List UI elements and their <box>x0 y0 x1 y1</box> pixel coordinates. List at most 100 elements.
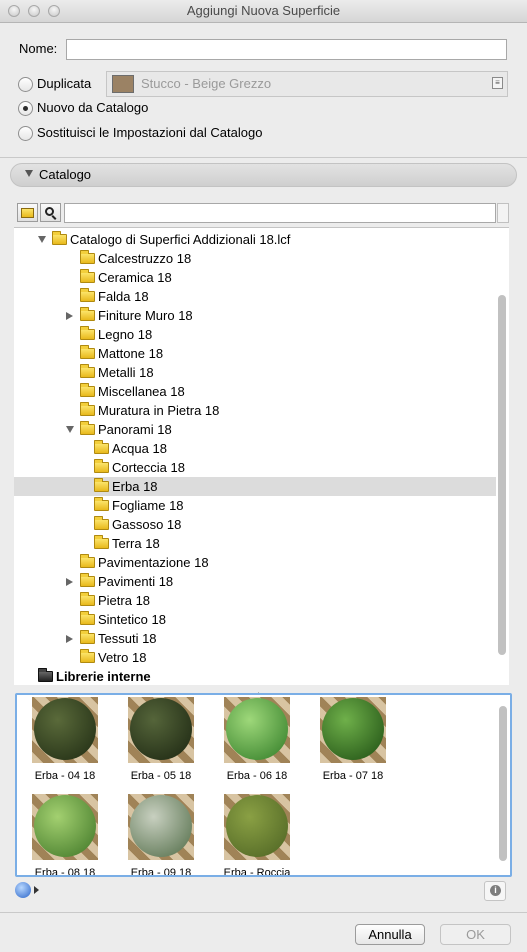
option-duplicate-label: Duplicata <box>37 76 92 91</box>
surface-preview-grid[interactable]: Erba - 04 18 Erba - 05 18 Erba - 06 18 Erba… <box>15 693 512 877</box>
tree-scrollbar-thumb[interactable] <box>498 295 506 655</box>
ok-button[interactable]: OK <box>440 924 511 945</box>
surface-preview-item[interactable]: Erba - Roccia <box>207 794 307 877</box>
tree-item-label: Panorami 18 <box>98 422 172 437</box>
tree-item[interactable]: Falda 18 <box>14 287 496 306</box>
option-replace-settings[interactable]: Sostituisci le Impostazioni dal Catalogo <box>18 125 318 143</box>
tree-item-label: Gassoso 18 <box>112 517 182 532</box>
material-sphere <box>34 795 96 857</box>
tree-item-label: Terra 18 <box>112 536 160 551</box>
tree-item[interactable]: Calcestruzzo 18 <box>14 249 496 268</box>
info-icon: i <box>490 885 501 896</box>
tree-item[interactable]: Muratura in Pietra 18 <box>14 401 496 420</box>
surface-preview-item[interactable]: Erba - 09 18 <box>111 794 211 877</box>
tree-item[interactable]: Pavimenti 18 <box>14 572 496 591</box>
folder-icon <box>80 307 95 321</box>
surface-preview-item[interactable]: Erba - 05 18 <box>111 697 211 791</box>
tree-item[interactable]: Pietra 18 <box>14 591 496 610</box>
surface-preview-item[interactable]: Erba - 06 18 <box>207 697 307 791</box>
tree-item[interactable]: Vetro 18 <box>14 648 496 667</box>
folder-icon <box>80 402 95 416</box>
surface-thumbnail <box>128 697 194 763</box>
tree-item[interactable]: Finiture Muro 18 <box>14 306 496 325</box>
material-sphere <box>226 795 288 857</box>
tree-item-label: Erba 18 <box>112 479 158 494</box>
surface-thumbnail <box>32 697 98 763</box>
tree-item-label: Metalli 18 <box>98 365 154 380</box>
surface-preview-label: Erba - 09 18 <box>130 867 192 877</box>
disclosure-closed-icon[interactable] <box>66 635 73 643</box>
tree-item-label: Ceramica 18 <box>98 270 172 285</box>
folder-icon <box>94 459 109 473</box>
surface-preview-item[interactable]: Erba - 07 18 <box>303 697 403 791</box>
duplicate-surface-field: Stucco - Beige Grezzo ≡ <box>106 71 508 97</box>
disclosure-open-icon[interactable] <box>66 426 74 433</box>
tree-item-label: Sintetico 18 <box>98 612 166 627</box>
radio-replace-settings[interactable] <box>18 126 33 141</box>
document-icon: ≡ <box>492 77 503 89</box>
globe-icon <box>15 882 31 898</box>
tree-item[interactable]: Fogliame 18 <box>14 496 496 515</box>
folder-icon <box>80 649 95 663</box>
tree-item-label: Calcestruzzo 18 <box>98 251 192 266</box>
disclosure-closed-icon[interactable] <box>66 578 73 586</box>
surface-preview-item[interactable]: Erba - 04 18 <box>17 697 115 791</box>
folder-icon <box>80 554 95 568</box>
catalog-tree[interactable]: Catalogo di Superfici Addizionali 18.lcf… <box>14 227 509 685</box>
tree-item[interactable]: Panorami 18 <box>14 420 496 439</box>
folder-icon <box>80 611 95 625</box>
tree-item[interactable]: Miscellanea 18 <box>14 382 496 401</box>
folder-browse-button[interactable] <box>17 203 38 222</box>
search-field-scroller[interactable] <box>497 203 509 223</box>
folder-icon <box>80 573 95 587</box>
title-bar: Aggiungi Nuova Superficie <box>0 0 527 23</box>
tree-item-label: Catalogo di Superfici Addizionali 18.lcf <box>70 232 291 247</box>
tree-item[interactable]: Ceramica 18 <box>14 268 496 287</box>
folder-icon <box>80 630 95 644</box>
catalog-section-header[interactable]: Catalogo <box>10 163 517 187</box>
name-input[interactable] <box>66 39 507 60</box>
tree-item-label: Acqua 18 <box>112 441 167 456</box>
folder-icon <box>80 383 95 397</box>
tree-item-label: Pavimenti 18 <box>98 574 174 589</box>
option-new-from-catalog[interactable]: Nuovo da Catalogo <box>18 100 218 118</box>
tree-item[interactable]: Acqua 18 <box>14 439 496 458</box>
tree-item[interactable]: Sintetico 18 <box>14 610 496 629</box>
preview-scrollbar-thumb[interactable] <box>499 706 507 861</box>
option-duplicate[interactable]: Duplicata <box>18 76 108 94</box>
internal-libraries-label: Librerie interne <box>56 669 151 684</box>
cancel-button[interactable]: Annulla <box>355 924 425 945</box>
folder-icon <box>80 269 95 283</box>
tree-item[interactable]: Catalogo di Superfici Addizionali 18.lcf <box>14 230 496 249</box>
info-button[interactable]: i <box>484 881 506 901</box>
tree-item-label: Fogliame 18 <box>112 498 184 513</box>
disclosure-triangle-icon <box>25 170 33 177</box>
tree-item[interactable]: Metalli 18 <box>14 363 496 382</box>
tree-item[interactable]: Gassoso 18 <box>14 515 496 534</box>
folder-icon <box>94 516 109 530</box>
material-sphere <box>130 698 192 760</box>
search-button[interactable] <box>40 203 61 222</box>
internal-libraries-item[interactable]: Librerie interne <box>14 667 496 685</box>
duplicate-surface-value: Stucco - Beige Grezzo <box>141 76 272 91</box>
library-folder-icon <box>38 668 53 682</box>
tree-item[interactable]: Terra 18 <box>14 534 496 553</box>
tree-item[interactable]: Tessuti 18 <box>14 629 496 648</box>
tree-item-label: Corteccia 18 <box>112 460 185 475</box>
radio-duplicate[interactable] <box>18 77 33 92</box>
online-catalog-button[interactable] <box>15 881 39 901</box>
radio-new-from-catalog[interactable] <box>18 101 33 116</box>
disclosure-open-icon[interactable] <box>38 236 46 243</box>
tree-item[interactable]: Legno 18 <box>14 325 496 344</box>
surface-preview-item[interactable]: Erba - 08 18 <box>17 794 115 875</box>
surface-preview-label: Erba - Roccia <box>223 867 291 877</box>
tree-item[interactable]: Erba 18 <box>14 477 496 496</box>
tree-item[interactable]: Corteccia 18 <box>14 458 496 477</box>
disclosure-closed-icon[interactable] <box>66 312 73 320</box>
material-sphere <box>322 698 384 760</box>
dropdown-arrow-icon <box>34 886 39 894</box>
catalog-search-input[interactable] <box>64 203 496 223</box>
tree-item[interactable]: Pavimentazione 18 <box>14 553 496 572</box>
folder-icon <box>80 592 95 606</box>
tree-item[interactable]: Mattone 18 <box>14 344 496 363</box>
